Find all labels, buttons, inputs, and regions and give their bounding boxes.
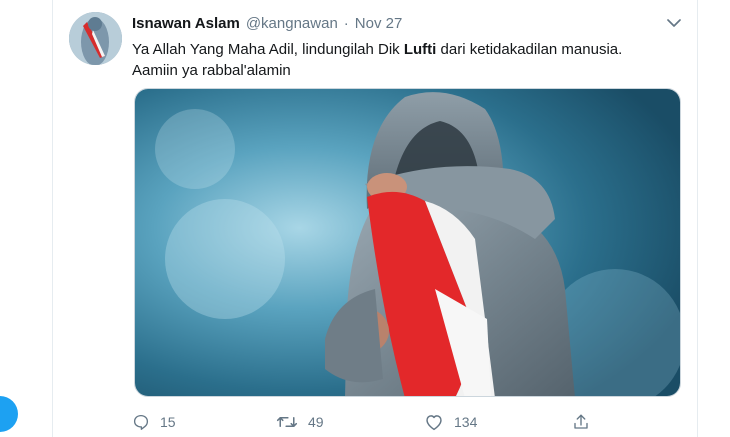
tweet-header: Isnawan Aslam @kangnawan · Nov 27 [132, 13, 402, 33]
photo-hooded-person-with-flag [135, 89, 680, 396]
retweet-button[interactable]: 49 [276, 410, 324, 434]
avatar-image [69, 12, 122, 65]
tweet-timestamp[interactable]: Nov 27 [355, 15, 403, 32]
retweet-icon [276, 417, 298, 427]
tweet-text-line-2: Aamiin ya rabbal'alamin [132, 62, 291, 79]
reply-icon [133, 414, 149, 430]
heart-icon [426, 415, 442, 431]
retweet-count: 49 [308, 414, 324, 430]
tweet-text-highlight: Lufti [403, 41, 437, 58]
tweet-text-prefix: Ya Allah Yang Maha Adil, lindungilah Dik [132, 41, 404, 58]
timeline-page: Isnawan Aslam @kangnawan · Nov 27 Ya All… [0, 0, 730, 437]
like-button[interactable]: 134 [424, 410, 477, 434]
share-button[interactable] [572, 410, 590, 434]
tweet-text-suffix: dari ketidakadilan manusia. [436, 41, 623, 58]
like-count: 134 [454, 414, 478, 430]
tweet-photo[interactable] [134, 88, 681, 397]
header-separator: · [343, 14, 349, 32]
reply-count: 15 [160, 414, 176, 430]
chevron-down-icon [667, 18, 681, 27]
tweet-text-line-1: Ya Allah Yang Maha Adil, lindungilah Dik… [132, 39, 692, 60]
share-icon [574, 414, 588, 429]
tweet-actions-bar: 15 49 134 [132, 410, 692, 434]
tweet-body: Ya Allah Yang Maha Adil, lindungilah Dik… [132, 39, 692, 81]
tweet-menu-button[interactable] [664, 13, 684, 33]
author-avatar[interactable] [69, 12, 122, 65]
tweet-card[interactable]: Isnawan Aslam @kangnawan · Nov 27 Ya All… [52, 0, 698, 437]
author-handle[interactable]: @kangnawan [246, 15, 338, 32]
compose-button-partial[interactable] [0, 396, 18, 432]
author-display-name[interactable]: Isnawan Aslam [132, 15, 240, 32]
reply-button[interactable]: 15 [132, 410, 176, 434]
